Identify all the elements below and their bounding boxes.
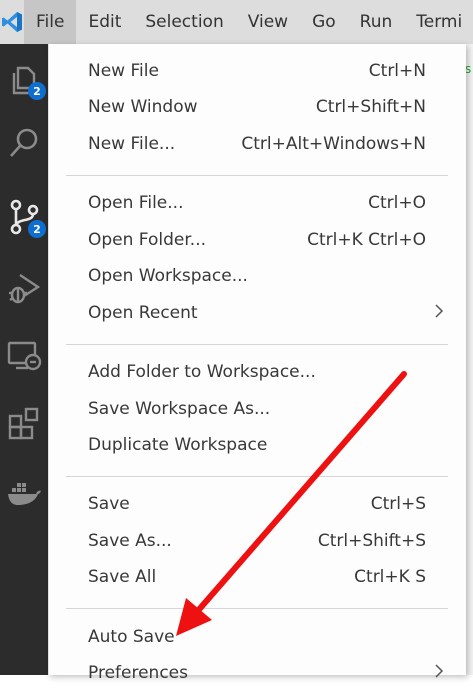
menu-duplicate-workspace[interactable]: Duplicate Workspace bbox=[49, 427, 466, 463]
menu-item-label: Open File... bbox=[88, 193, 184, 213]
run-debug-icon[interactable] bbox=[0, 262, 48, 312]
menu-open-file[interactable]: Open File... Ctrl+O bbox=[49, 185, 466, 221]
menu-save[interactable]: Save Ctrl+S bbox=[49, 486, 466, 522]
menu-item-label: Save Workspace As... bbox=[88, 399, 271, 419]
remote-explorer-icon[interactable] bbox=[0, 330, 48, 380]
menu-item-label: Open Recent bbox=[88, 303, 198, 323]
separator bbox=[66, 608, 448, 609]
separator bbox=[66, 476, 448, 477]
menu-new-window[interactable]: New Window Ctrl+Shift+N bbox=[49, 89, 466, 125]
separator bbox=[66, 175, 448, 176]
menu-file[interactable]: File bbox=[24, 0, 77, 44]
menu-selection[interactable]: Selection bbox=[133, 0, 235, 44]
menu-save-all[interactable]: Save All Ctrl+K S bbox=[49, 559, 466, 595]
shortcut-label: Ctrl+Alt+Windows+N bbox=[241, 134, 426, 154]
shortcut-label: Ctrl+Shift+S bbox=[317, 531, 426, 551]
scm-badge: 2 bbox=[28, 220, 46, 238]
file-menu-dropdown: New File Ctrl+N New Window Ctrl+Shift+N … bbox=[48, 44, 466, 683]
shortcut-label: Ctrl+K S bbox=[354, 567, 426, 587]
menu-item-label: New File bbox=[88, 61, 159, 81]
menu-open-folder[interactable]: Open Folder... Ctrl+K Ctrl+O bbox=[49, 222, 466, 258]
chevron-right-icon bbox=[434, 303, 466, 324]
menu-item-label: New File... bbox=[88, 134, 176, 154]
shortcut-label: Ctrl+O bbox=[368, 193, 426, 213]
menu-save-workspace-as[interactable]: Save Workspace As... bbox=[49, 391, 466, 427]
activity-bar: 2 2 bbox=[0, 44, 48, 675]
source-control-icon[interactable]: 2 bbox=[0, 192, 48, 242]
menu-save-as[interactable]: Save As... Ctrl+Shift+S bbox=[49, 523, 466, 559]
editor-area: s bbox=[465, 44, 473, 675]
extensions-icon[interactable] bbox=[0, 398, 48, 448]
menu-item-label: Auto Save bbox=[88, 627, 175, 647]
shortcut-label: Ctrl+K Ctrl+O bbox=[307, 230, 426, 250]
menu-new-file-with-picker[interactable]: New File... Ctrl+Alt+Windows+N bbox=[49, 126, 466, 162]
docker-icon[interactable] bbox=[0, 468, 48, 518]
menu-item-label: Duplicate Workspace bbox=[88, 435, 268, 455]
menu-item-label: Add Folder to Workspace... bbox=[88, 362, 316, 382]
menu-run[interactable]: Run bbox=[348, 0, 405, 44]
shortcut-label: Ctrl+Shift+N bbox=[315, 97, 426, 117]
menu-item-label: Save All bbox=[88, 567, 157, 587]
separator bbox=[66, 344, 448, 345]
explorer-badge: 2 bbox=[28, 82, 46, 100]
menu-auto-save[interactable]: Auto Save bbox=[49, 619, 466, 655]
menu-go[interactable]: Go bbox=[300, 0, 348, 44]
menu-item-label: Preferences bbox=[88, 663, 188, 683]
menu-item-label: New Window bbox=[88, 97, 198, 117]
vscode-logo-icon bbox=[0, 0, 24, 44]
search-icon[interactable] bbox=[0, 118, 48, 168]
menu-add-folder-to-workspace[interactable]: Add Folder to Workspace... bbox=[49, 354, 466, 390]
menu-bar: File Edit Selection View Go Run Termi bbox=[0, 0, 473, 44]
menu-item-label: Save As... bbox=[88, 531, 172, 551]
menu-view[interactable]: View bbox=[236, 0, 300, 44]
chevron-right-icon bbox=[434, 663, 466, 684]
explorer-icon[interactable]: 2 bbox=[0, 54, 48, 104]
shortcut-label: Ctrl+S bbox=[370, 494, 426, 514]
menu-preferences[interactable]: Preferences bbox=[49, 655, 466, 691]
menu-item-label: Open Workspace... bbox=[88, 266, 248, 286]
menu-item-label: Save bbox=[88, 494, 130, 514]
menu-open-recent[interactable]: Open Recent bbox=[49, 295, 466, 331]
shortcut-label: Ctrl+N bbox=[368, 61, 426, 81]
menu-terminal[interactable]: Termi bbox=[404, 0, 473, 44]
menu-item-label: Open Folder... bbox=[88, 230, 206, 250]
menu-open-workspace[interactable]: Open Workspace... bbox=[49, 258, 466, 294]
menu-edit[interactable]: Edit bbox=[76, 0, 133, 44]
menu-new-file[interactable]: New File Ctrl+N bbox=[49, 53, 466, 89]
